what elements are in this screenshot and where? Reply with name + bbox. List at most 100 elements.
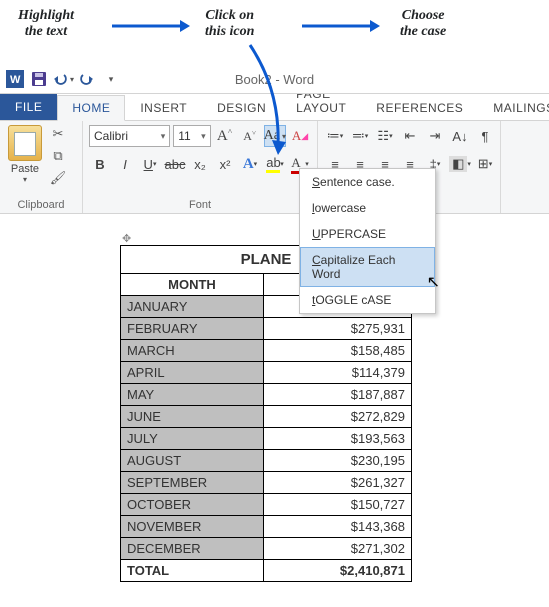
value-cell: $261,327 bbox=[264, 472, 412, 494]
month-cell: JULY bbox=[121, 428, 264, 450]
shrink-font-button[interactable]: A˅ bbox=[239, 125, 261, 147]
document-body: ✥ PLANE MONTH JANUARY$150,878FEBRUARY$27… bbox=[0, 214, 549, 582]
month-cell: MAY bbox=[121, 384, 264, 406]
strikethrough-button[interactable]: abc bbox=[164, 153, 186, 175]
month-cell: NOVEMBER bbox=[121, 516, 264, 538]
menu-capitalize-each-word[interactable]: Capitalize Each Word ↖ bbox=[300, 247, 435, 287]
table-row[interactable]: SEPTEMBER$261,327 bbox=[121, 472, 412, 494]
value-cell: $230,195 bbox=[264, 450, 412, 472]
arrow-icon bbox=[110, 16, 190, 36]
month-cell: OCTOBER bbox=[121, 494, 264, 516]
menu-toggle-case[interactable]: tOGGLE cASE bbox=[300, 287, 435, 313]
value-cell: $150,727 bbox=[264, 494, 412, 516]
sort-button[interactable]: A↓ bbox=[449, 125, 471, 147]
menu-uppercase[interactable]: UPPERCASE bbox=[300, 221, 435, 247]
bold-button[interactable]: B bbox=[89, 153, 111, 175]
value-cell: $187,887 bbox=[264, 384, 412, 406]
month-cell: JUNE bbox=[121, 406, 264, 428]
arrow-icon bbox=[300, 16, 380, 36]
month-cell: DECEMBER bbox=[121, 538, 264, 560]
word-app-icon[interactable]: W bbox=[4, 68, 26, 90]
mouse-cursor-icon: ↖ bbox=[427, 272, 440, 292]
tab-file[interactable]: FILE bbox=[0, 93, 57, 120]
font-name-value: Calibri bbox=[94, 129, 128, 143]
quick-access-toolbar: W ▾ ▾ Book2 - Word bbox=[0, 65, 549, 94]
month-cell: AUGUST bbox=[121, 450, 264, 472]
format-painter-icon[interactable]: 🖌 bbox=[48, 169, 68, 187]
font-name-combo[interactable]: Calibri▾ bbox=[89, 125, 170, 147]
font-size-value: 11 bbox=[178, 129, 190, 143]
increase-indent-button[interactable]: ⇥ bbox=[424, 125, 446, 147]
italic-button[interactable]: I bbox=[114, 153, 136, 175]
multilevel-list-button[interactable]: ☷▾ bbox=[374, 125, 396, 147]
subscript-button[interactable]: x₂ bbox=[189, 153, 211, 175]
tab-design[interactable]: DESIGN bbox=[202, 95, 281, 120]
table-row[interactable]: MARCH$158,485 bbox=[121, 340, 412, 362]
table-row[interactable]: FEBRUARY$275,931 bbox=[121, 318, 412, 340]
save-icon[interactable] bbox=[28, 68, 50, 90]
value-cell: $275,931 bbox=[264, 318, 412, 340]
ribbon: Paste ▾ ✂ ⧉ 🖌 Clipboard Calibri▾ 11▾ A˄ … bbox=[0, 121, 549, 214]
paste-button[interactable]: Paste ▾ bbox=[6, 125, 44, 184]
annot-click: Click onthis icon bbox=[205, 8, 254, 40]
text-effects-button[interactable]: A▾ bbox=[239, 153, 261, 175]
annot-choose: Choosethe case bbox=[400, 8, 446, 40]
value-cell: $114,379 bbox=[264, 362, 412, 384]
table-row[interactable]: JUNE$272,829 bbox=[121, 406, 412, 428]
cut-icon[interactable]: ✂ bbox=[48, 125, 68, 143]
menu-lowercase[interactable]: lowercase bbox=[300, 195, 435, 221]
total-label: TOTAL bbox=[121, 560, 264, 582]
group-clipboard: Paste ▾ ✂ ⧉ 🖌 Clipboard bbox=[0, 121, 83, 213]
table-row[interactable]: MAY$187,887 bbox=[121, 384, 412, 406]
col-header-month: MONTH bbox=[121, 274, 264, 296]
value-cell: $193,563 bbox=[264, 428, 412, 450]
month-cell: FEBRUARY bbox=[121, 318, 264, 340]
tab-home[interactable]: HOME bbox=[57, 95, 125, 121]
value-cell: $143,368 bbox=[264, 516, 412, 538]
month-cell: MARCH bbox=[121, 340, 264, 362]
table-row[interactable]: APRIL$114,379 bbox=[121, 362, 412, 384]
ribbon-tabs: FILE HOME INSERT DESIGN PAGE LAYOUT REFE… bbox=[0, 94, 549, 121]
paste-icon bbox=[8, 125, 42, 161]
show-marks-button[interactable]: ¶ bbox=[474, 125, 496, 147]
redo-icon[interactable] bbox=[76, 68, 98, 90]
paste-label: Paste bbox=[6, 163, 44, 175]
group-label-font: Font bbox=[89, 196, 311, 211]
value-cell: $272,829 bbox=[264, 406, 412, 428]
copy-icon[interactable]: ⧉ bbox=[48, 147, 68, 165]
superscript-button[interactable]: x² bbox=[214, 153, 236, 175]
borders-button[interactable]: ⊞▾ bbox=[474, 153, 496, 175]
group-label-clipboard: Clipboard bbox=[6, 196, 76, 211]
decrease-indent-button[interactable]: ⇤ bbox=[399, 125, 421, 147]
highlight-color-button[interactable]: ab▾ bbox=[264, 153, 286, 175]
undo-icon[interactable]: ▾ bbox=[52, 68, 74, 90]
customize-qat-icon[interactable]: ▾ bbox=[100, 68, 122, 90]
table-row[interactable]: OCTOBER$150,727 bbox=[121, 494, 412, 516]
table-row[interactable]: AUGUST$230,195 bbox=[121, 450, 412, 472]
table-row[interactable]: DECEMBER$271,302 bbox=[121, 538, 412, 560]
font-size-combo[interactable]: 11▾ bbox=[173, 125, 210, 147]
table-row[interactable]: NOVEMBER$143,368 bbox=[121, 516, 412, 538]
value-cell: $271,302 bbox=[264, 538, 412, 560]
total-value: $2,410,871 bbox=[264, 560, 412, 582]
menu-sentence-case[interactable]: Sentence case. bbox=[300, 169, 435, 195]
value-cell: $158,485 bbox=[264, 340, 412, 362]
numbering-button[interactable]: ≕▾ bbox=[349, 125, 371, 147]
month-cell: JANUARY bbox=[121, 296, 264, 318]
tab-mailings[interactable]: MAILINGS bbox=[478, 95, 549, 120]
tab-insert[interactable]: INSERT bbox=[125, 95, 202, 120]
bullets-button[interactable]: ≔▾ bbox=[324, 125, 346, 147]
underline-button[interactable]: U▾ bbox=[139, 153, 161, 175]
table-row[interactable]: JULY$193,563 bbox=[121, 428, 412, 450]
shading-button[interactable]: ◧▾ bbox=[449, 153, 471, 175]
group-font: Calibri▾ 11▾ A˄ A˅ Aa▾ A◢ B I U▾ abc x₂ … bbox=[83, 121, 318, 213]
annot-highlight: Highlightthe text bbox=[18, 8, 74, 40]
month-cell: APRIL bbox=[121, 362, 264, 384]
month-cell: SEPTEMBER bbox=[121, 472, 264, 494]
change-case-button[interactable]: Aa▾ bbox=[264, 125, 286, 147]
clear-formatting-button[interactable]: A◢ bbox=[289, 125, 311, 147]
svg-text:W: W bbox=[10, 74, 21, 86]
tab-references[interactable]: REFERENCES bbox=[361, 95, 478, 120]
grow-font-button[interactable]: A˄ bbox=[214, 125, 236, 147]
change-case-menu: Sentence case. lowercase UPPERCASE Capit… bbox=[299, 168, 436, 314]
